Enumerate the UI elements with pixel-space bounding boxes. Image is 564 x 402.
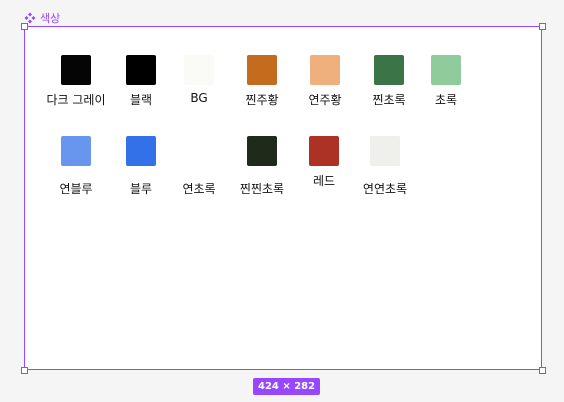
swatch-item[interactable]: 블루	[116, 136, 166, 197]
color-swatch	[184, 136, 214, 166]
color-swatch	[247, 136, 277, 166]
swatch-label: 연블루	[59, 182, 93, 196]
swatch-label: 초록	[434, 93, 458, 107]
color-swatch	[61, 136, 91, 166]
resize-handle-top-right[interactable]	[539, 23, 546, 30]
swatch-item[interactable]: 찐초록	[364, 55, 414, 108]
color-swatch	[370, 136, 400, 166]
swatch-item[interactable]: 연초록	[174, 136, 224, 197]
swatch-label: 연연초록	[362, 182, 408, 196]
swatch-label: 찐초록	[372, 93, 406, 107]
swatch-item[interactable]: 초록	[421, 55, 471, 108]
color-swatch	[374, 55, 404, 85]
color-swatch	[310, 55, 340, 85]
frame-size-badge: 424 × 282	[253, 378, 321, 395]
swatch-item[interactable]: 연블루	[51, 136, 101, 197]
swatch-label: 블루	[129, 182, 153, 196]
swatch-item[interactable]: 찐주황	[237, 55, 287, 108]
color-swatch	[126, 136, 156, 166]
swatch-label: 레드	[312, 174, 336, 188]
swatch-item[interactable]: 연연초록	[355, 136, 415, 197]
swatch-item[interactable]: 다크 그레이	[44, 55, 108, 108]
swatch-item[interactable]: BG	[174, 55, 224, 105]
resize-handle-top-left[interactable]	[21, 23, 28, 30]
resize-handle-bottom-right[interactable]	[539, 367, 546, 374]
swatch-item[interactable]: 레드	[299, 136, 349, 189]
color-swatch	[309, 136, 339, 166]
swatch-item[interactable]: 찐찐초록	[231, 136, 293, 197]
swatch-label: 찐주황	[245, 93, 279, 107]
component-name: 색상	[40, 12, 61, 25]
swatch-label: 연초록	[182, 182, 216, 196]
resize-handle-bottom-left[interactable]	[21, 367, 28, 374]
color-swatch	[184, 55, 214, 85]
swatch-item[interactable]: 블랙	[116, 55, 166, 108]
swatch-label: BG	[190, 91, 208, 105]
color-swatch	[431, 55, 461, 85]
swatch-label: 블랙	[129, 93, 153, 107]
color-swatch	[126, 55, 156, 85]
color-swatch	[61, 55, 91, 85]
component-name-label[interactable]: 색상	[24, 10, 60, 26]
color-swatch	[247, 55, 277, 85]
swatch-label: 찐찐초록	[239, 182, 285, 196]
swatch-item[interactable]: 연주황	[300, 55, 350, 108]
swatch-label: 연주황	[308, 93, 342, 107]
swatch-label: 다크 그레이	[46, 93, 106, 107]
